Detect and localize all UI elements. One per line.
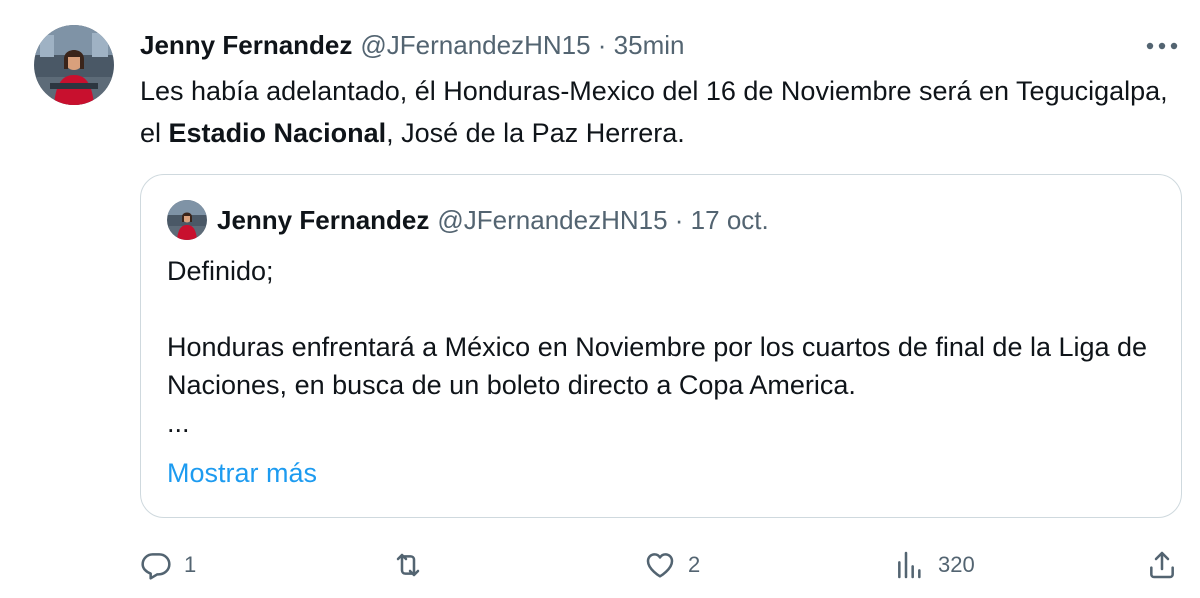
reply-button[interactable]: 1 — [140, 543, 196, 587]
tweet-text: Les había adelantado, él Honduras-Mexico… — [140, 70, 1170, 154]
quoted-tweet-text: Definido; Honduras enfrentará a México e… — [167, 252, 1167, 442]
quoted-author-name[interactable]: Jenny Fernandez — [217, 205, 429, 236]
quoted-text-line — [167, 290, 1167, 328]
tweet-action-bar: 1 2 320 — [0, 543, 1200, 587]
more-options-button[interactable] — [1142, 33, 1182, 59]
heart-icon — [646, 553, 674, 578]
quoted-author-avatar[interactable] — [167, 200, 207, 240]
author-avatar[interactable] — [34, 25, 114, 105]
reply-count: 1 — [184, 552, 197, 577]
reply-icon — [141, 553, 171, 580]
retweet-icon — [396, 553, 420, 577]
quoted-text-line: Definido; — [167, 256, 274, 286]
share-icon — [1150, 551, 1174, 579]
more-horizontal-icon — [1146, 42, 1178, 50]
quoted-tweet[interactable]: Jenny Fernandez @JFernandezHN15 · 17 oct… — [140, 174, 1182, 518]
quoted-text-line: Honduras enfrentará a México en Noviembr… — [167, 332, 1148, 400]
like-button[interactable]: 2 — [644, 543, 700, 587]
like-count: 2 — [688, 552, 701, 577]
share-button[interactable] — [1146, 543, 1178, 587]
tweet-header: Jenny Fernandez @JFernandezHN15 · 35min — [140, 28, 685, 62]
author-name[interactable]: Jenny Fernandez — [140, 30, 352, 61]
quoted-tweet-header: Jenny Fernandez @JFernandezHN15 · 17 oct… — [217, 203, 769, 237]
show-more-link[interactable]: Mostrar más — [167, 454, 317, 492]
tweet-text-part2: , José de la Paz Herrera. — [386, 118, 685, 148]
views-chart-icon — [898, 551, 921, 579]
views-button[interactable]: 320 — [894, 543, 975, 587]
tweet-text-bold: Estadio Nacional — [168, 118, 387, 148]
quoted-author-handle-date[interactable]: @JFernandezHN15 · 17 oct. — [437, 205, 768, 236]
quoted-text-line: ... — [167, 408, 190, 438]
author-handle-time[interactable]: @JFernandezHN15 · 35min — [360, 30, 684, 61]
views-count: 320 — [938, 552, 975, 577]
retweet-button[interactable] — [392, 543, 436, 587]
